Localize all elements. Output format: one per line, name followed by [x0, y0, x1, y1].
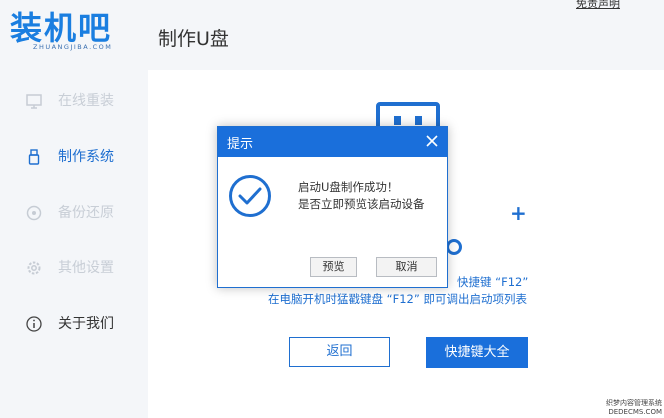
close-icon[interactable]: [423, 132, 441, 150]
sidebar-item-make-system[interactable]: 制作系统: [0, 138, 148, 178]
sidebar-item-label: 备份还原: [58, 205, 114, 221]
info-icon: [25, 315, 43, 333]
dialog-titlebar: 提示: [218, 127, 447, 157]
preview-button[interactable]: 预览: [310, 257, 357, 277]
disclaimer-link[interactable]: 免责声明: [576, 0, 620, 11]
watermark-line2: DEDECMS.COM: [608, 408, 662, 416]
sidebar: 在线重装 制作系统 备份还原 其他设置 关于我们: [0, 70, 148, 418]
shortcut-list-button[interactable]: 快捷键大全: [426, 337, 528, 368]
watermark-line1: 织梦内容管理系统: [606, 399, 662, 407]
ring-icon: [446, 239, 462, 255]
back-button[interactable]: 返回: [289, 337, 390, 367]
sidebar-item-label: 在线重装: [58, 93, 114, 109]
dialog-message-success: 启动U盘制作成功！: [298, 180, 399, 194]
backup-icon: [25, 204, 43, 222]
dialog-message-question: 是否立即预览该启动设备: [298, 197, 425, 211]
watermark: 织梦内容管理系统 DEDECMS.COM: [606, 399, 662, 417]
success-check-icon: [229, 175, 271, 217]
monitor-icon: [25, 92, 43, 110]
app-header: 装机吧 ZHUANGJIBA.COM 制作U盘 免责声明: [0, 0, 664, 70]
sidebar-item-other-settings[interactable]: 其他设置: [0, 249, 148, 289]
plus-icon: +: [510, 201, 527, 225]
sidebar-item-about-us[interactable]: 关于我们: [0, 305, 148, 345]
dialog-title: 提示: [227, 137, 254, 152]
prompt-dialog: 提示 启动U盘制作成功！ 是否立即预览该启动设备 预览 取消: [217, 126, 448, 288]
hint-shortcut: 快捷键 “F12”: [457, 275, 529, 289]
sidebar-item-label: 关于我们: [58, 316, 114, 332]
sidebar-item-label: 制作系统: [58, 149, 114, 165]
cancel-button[interactable]: 取消: [376, 257, 437, 277]
hint-instruction: 在电脑开机时猛戳键盘 “F12” 即可调出启动项列表: [268, 292, 527, 306]
page-title: 制作U盘: [158, 28, 229, 50]
app-logo-subtext: ZHUANGJIBA.COM: [33, 43, 113, 51]
sidebar-item-label: 其他设置: [58, 260, 114, 276]
sidebar-item-backup-restore[interactable]: 备份还原: [0, 194, 148, 234]
gear-icon: [25, 259, 43, 277]
sidebar-item-online-reinstall[interactable]: 在线重装: [0, 82, 148, 122]
usb-icon: [25, 148, 43, 166]
